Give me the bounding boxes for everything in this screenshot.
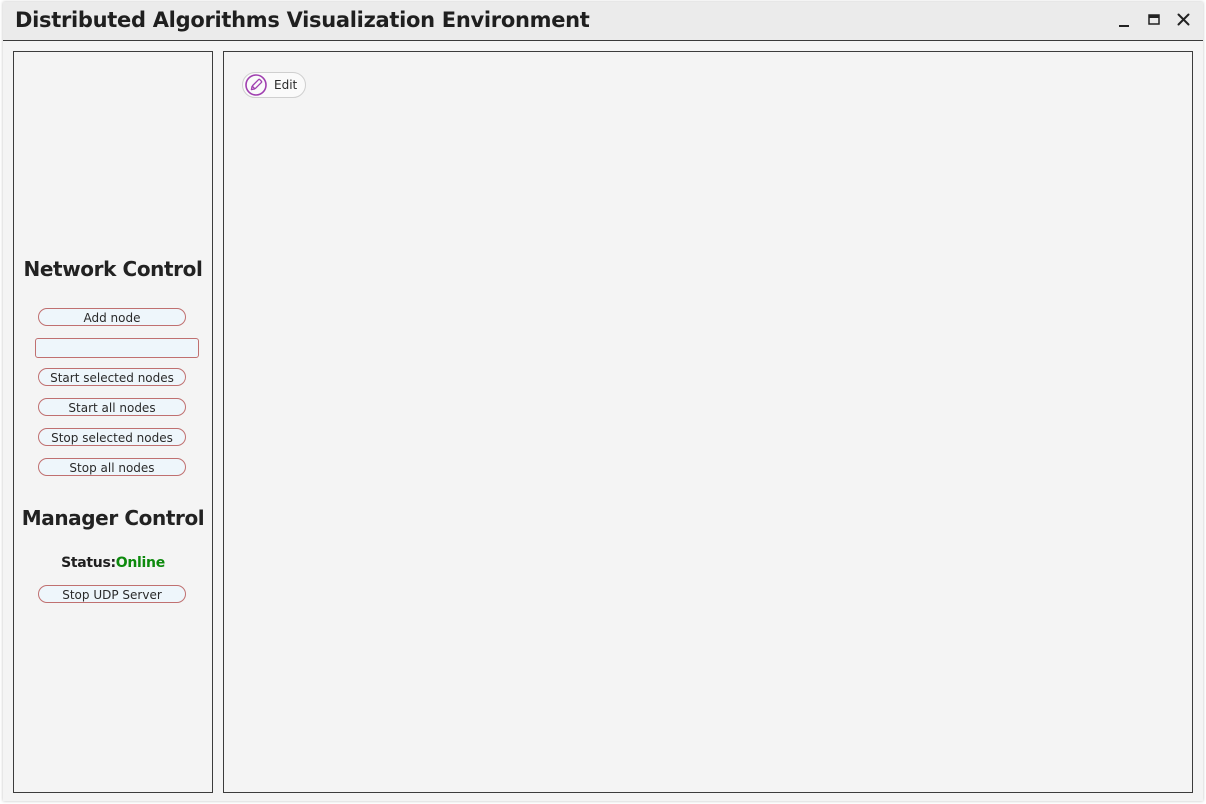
title-bar[interactable]: Distributed Algorithms Visualization Env… xyxy=(3,2,1203,41)
status-label: Status: xyxy=(61,555,116,571)
maximize-icon xyxy=(1148,14,1160,25)
stop-udp-server-button[interactable]: Stop UDP Server xyxy=(38,585,186,603)
control-sidebar: Network Control Add node Start selected … xyxy=(13,51,213,793)
window-title: Distributed Algorithms Visualization Env… xyxy=(15,8,590,32)
minimize-icon xyxy=(1119,25,1129,27)
maximize-button[interactable] xyxy=(1145,10,1165,30)
network-canvas[interactable]: Edit xyxy=(223,51,1193,793)
start-selected-nodes-button[interactable]: Start selected nodes xyxy=(38,368,186,386)
edit-label: Edit xyxy=(274,78,298,92)
stop-selected-nodes-button[interactable]: Stop selected nodes xyxy=(38,428,186,446)
node-input-field[interactable] xyxy=(35,338,199,358)
pencil-icon xyxy=(245,74,267,96)
app-window: Distributed Algorithms Visualization Env… xyxy=(3,2,1203,801)
add-node-button[interactable]: Add node xyxy=(38,308,186,326)
manager-control-heading: Manager Control xyxy=(21,506,205,530)
close-button[interactable] xyxy=(1174,10,1194,30)
edit-button[interactable]: Edit xyxy=(242,72,307,98)
stop-all-nodes-button[interactable]: Stop all nodes xyxy=(38,458,186,476)
network-control-heading: Network Control xyxy=(23,257,203,281)
close-icon xyxy=(1177,13,1190,26)
start-all-nodes-button[interactable]: Start all nodes xyxy=(38,398,186,416)
minimize-button[interactable] xyxy=(1115,10,1135,30)
status-value: Online xyxy=(115,555,165,571)
status-line: Status:Online xyxy=(14,555,212,571)
